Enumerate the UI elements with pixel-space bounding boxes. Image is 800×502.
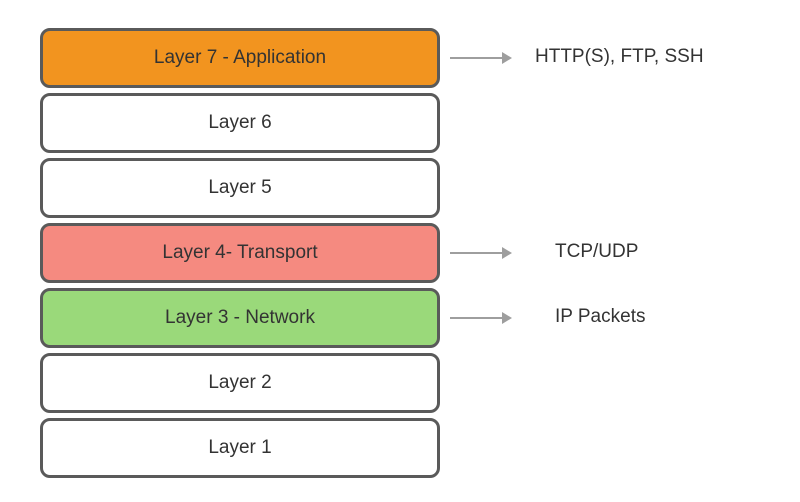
- arrow-icon: [450, 312, 512, 324]
- layer-5-label: Layer 5: [208, 177, 271, 199]
- layer-4-label: Layer 4- Transport: [162, 242, 317, 264]
- layer-3-box: Layer 3 - Network: [40, 288, 440, 348]
- layer-7-box: Layer 7 - Application: [40, 28, 440, 88]
- osi-layer-stack: Layer 7 - Application Layer 6 Layer 5 La…: [40, 28, 440, 478]
- arrow-icon: [450, 247, 512, 259]
- layer-4-note: TCP/UDP: [555, 241, 638, 263]
- arrow-icon: [450, 52, 512, 64]
- layer-5-box: Layer 5: [40, 158, 440, 218]
- layer-3-note: IP Packets: [555, 306, 645, 328]
- layer-3-label: Layer 3 - Network: [165, 307, 315, 329]
- layer-1-label: Layer 1: [208, 437, 271, 459]
- layer-6-box: Layer 6: [40, 93, 440, 153]
- layer-7-note: HTTP(S), FTP, SSH: [535, 46, 704, 68]
- layer-4-box: Layer 4- Transport: [40, 223, 440, 283]
- layer-6-label: Layer 6: [208, 112, 271, 134]
- layer-1-box: Layer 1: [40, 418, 440, 478]
- layer-2-box: Layer 2: [40, 353, 440, 413]
- layer-7-label: Layer 7 - Application: [154, 47, 326, 69]
- layer-2-label: Layer 2: [208, 372, 271, 394]
